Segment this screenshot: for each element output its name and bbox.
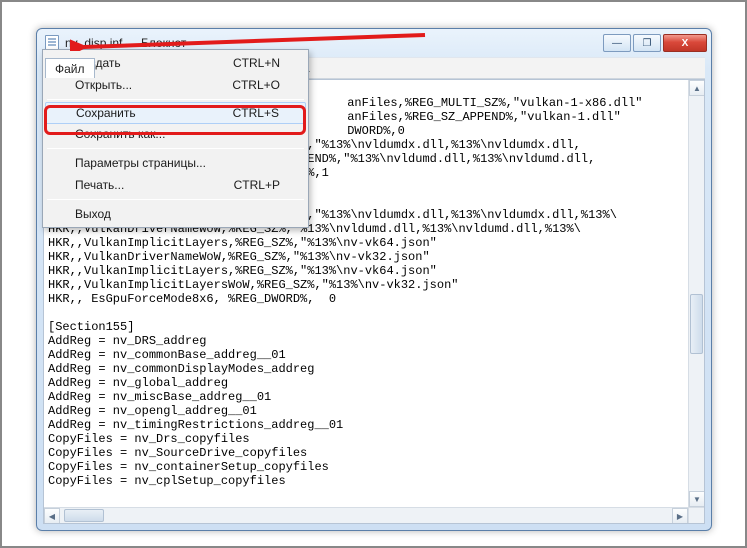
- horizontal-scrollbar[interactable]: ◀ ▶: [44, 507, 688, 523]
- menu-item-label: Печать...: [75, 178, 124, 192]
- menu-separator: [47, 99, 304, 100]
- scroll-right-button[interactable]: ▶: [672, 508, 688, 524]
- scrollbar-corner: [688, 507, 704, 523]
- menu-item-label: Параметры страницы...: [75, 156, 206, 170]
- menu-item-shortcut: CTRL+S: [233, 106, 279, 120]
- menu-item-label: Выход: [75, 207, 111, 221]
- menu-item-save[interactable]: Сохранить CTRL+S: [45, 102, 306, 124]
- vertical-scroll-thumb[interactable]: [690, 294, 703, 354]
- horizontal-scroll-track[interactable]: [60, 508, 672, 523]
- menu-file[interactable]: Файл: [45, 58, 95, 78]
- menu-item-page-setup[interactable]: Параметры страницы...: [45, 152, 306, 174]
- menu-item-label: Открыть...: [75, 78, 132, 92]
- maximize-button[interactable]: ❐: [633, 34, 661, 52]
- menu-item-label: Сохранить как...: [75, 127, 165, 141]
- close-button[interactable]: X: [663, 34, 707, 52]
- scroll-down-button[interactable]: ▼: [689, 491, 705, 507]
- menu-item-save-as[interactable]: Сохранить как...: [45, 123, 306, 145]
- menu-item-exit[interactable]: Выход: [45, 203, 306, 225]
- scroll-left-button[interactable]: ◀: [44, 508, 60, 524]
- horizontal-scroll-thumb[interactable]: [64, 509, 104, 522]
- menu-item-label: Сохранить: [76, 106, 136, 120]
- menu-item-shortcut: CTRL+P: [234, 178, 280, 192]
- window-controls: — ❐ X: [603, 34, 707, 52]
- menu-separator: [47, 199, 304, 200]
- vertical-scroll-track[interactable]: [689, 96, 704, 491]
- menu-separator: [47, 148, 304, 149]
- minimize-button[interactable]: —: [603, 34, 631, 52]
- menu-item-shortcut: CTRL+O: [232, 78, 280, 92]
- menu-item-shortcut: CTRL+N: [233, 56, 280, 70]
- window-title: nv_disp.inf — Блокнот: [65, 36, 186, 50]
- vertical-scrollbar[interactable]: ▲ ▼: [688, 80, 704, 507]
- menu-item-print[interactable]: Печать... CTRL+P: [45, 174, 306, 196]
- scroll-up-button[interactable]: ▲: [689, 80, 705, 96]
